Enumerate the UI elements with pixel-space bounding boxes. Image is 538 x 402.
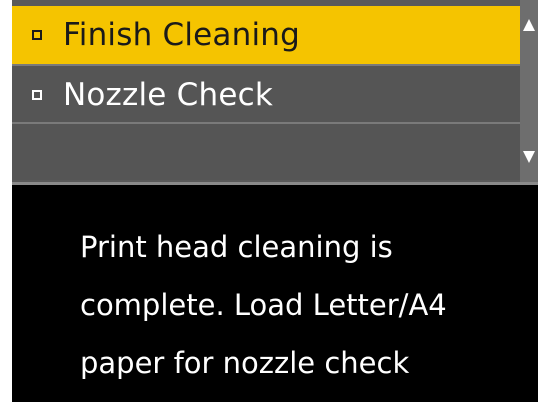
message-line: complete. Load Letter/A4 <box>80 288 447 322</box>
menu-item-label: Nozzle Check <box>63 76 274 113</box>
triangle-down-icon[interactable] <box>522 150 536 164</box>
menu-item-empty <box>12 124 520 180</box>
square-bullet-icon <box>32 90 42 100</box>
square-bullet-icon <box>32 30 42 40</box>
lcd-screen: Finish Cleaning Nozzle Check Print head … <box>12 0 538 402</box>
message-line: Print head cleaning is <box>80 230 393 264</box>
menu-item-label: Finish Cleaning <box>63 16 301 53</box>
menu-list: Finish Cleaning Nozzle Check <box>12 0 520 182</box>
message-line: paper for nozzle check <box>80 346 410 380</box>
panel-divider <box>12 182 538 185</box>
menu-item-finish-cleaning[interactable]: Finish Cleaning <box>12 6 520 64</box>
status-message: Print head cleaning is complete. Load Le… <box>80 218 520 392</box>
scrollbar[interactable] <box>520 0 538 182</box>
triangle-up-icon[interactable] <box>522 18 536 32</box>
menu-item-nozzle-check[interactable]: Nozzle Check <box>12 66 520 124</box>
